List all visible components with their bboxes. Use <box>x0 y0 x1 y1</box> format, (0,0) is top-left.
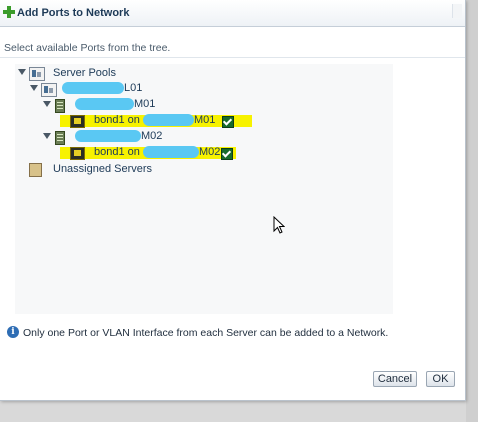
server-label-suffix: M02 <box>141 130 163 142</box>
port-label-suffix: M01 <box>193 114 216 126</box>
port-checkbox[interactable] <box>221 148 233 160</box>
tree-node-server-pool[interactable]: L01 <box>15 82 215 98</box>
mouse-cursor-icon <box>273 216 285 234</box>
port-label: bond1 on M01 <box>94 114 216 127</box>
server-label: M02 <box>75 130 163 143</box>
divider <box>0 57 465 58</box>
close-button[interactable] <box>452 4 462 18</box>
tree-node-server-m02[interactable]: M02 <box>15 130 235 146</box>
info-message: Only one Port or VLAN Interface from eac… <box>23 327 389 339</box>
tree-node-server-pools[interactable]: Server Pools <box>15 66 215 82</box>
redacted-text <box>142 114 194 127</box>
add-plus-icon <box>3 6 15 18</box>
server-label-suffix: M01 <box>134 98 156 110</box>
port-label-prefix: bond1 on <box>94 114 140 126</box>
expand-twisty-icon[interactable] <box>43 133 51 139</box>
expand-twisty-icon[interactable] <box>43 101 51 107</box>
network-port-icon <box>70 115 85 128</box>
redacted-text <box>75 98 134 111</box>
server-icon <box>55 131 65 145</box>
tree-node-unassigned-servers[interactable]: Unassigned Servers <box>15 162 215 178</box>
port-checkbox[interactable] <box>222 116 234 128</box>
port-label-prefix: bond1 on <box>94 146 140 158</box>
redacted-text <box>75 130 141 143</box>
unassigned-servers-folder-icon <box>29 163 42 177</box>
tree-node-label: Unassigned Servers <box>53 163 153 175</box>
cancel-button[interactable]: Cancel <box>373 371 417 387</box>
server-pool-icon <box>41 83 57 97</box>
tree-node-server-m01[interactable]: M01 <box>15 98 235 114</box>
port-label: bond1 on M02 <box>94 146 221 159</box>
tree-node-label: Server Pools <box>53 67 116 79</box>
server-pool-folder-icon <box>29 67 45 81</box>
add-ports-dialog: Add Ports to Network Select available Po… <box>0 0 466 401</box>
dialog-title: Add Ports to Network <box>17 7 130 19</box>
pool-label: L01 <box>62 82 143 95</box>
info-icon: i <box>7 326 19 338</box>
server-icon <box>55 99 65 113</box>
ok-button[interactable]: OK <box>426 371 455 387</box>
network-port-icon <box>70 147 85 160</box>
dialog-titlebar: Add Ports to Network <box>0 0 465 27</box>
expand-twisty-icon[interactable] <box>30 85 38 91</box>
pool-label-suffix: L01 <box>124 82 143 94</box>
expand-twisty-icon[interactable] <box>18 69 26 75</box>
port-tree: Server Pools L01 M01 bond1 on M01 M02 bo… <box>15 64 393 314</box>
tree-node-port-m01[interactable]: bond1 on M01 <box>15 114 255 130</box>
server-label: M01 <box>75 98 156 111</box>
tree-node-port-m02[interactable]: bond1 on M02 <box>15 146 255 162</box>
redacted-text <box>62 82 124 95</box>
redacted-text <box>142 146 199 159</box>
instruction-text: Select available Ports from the tree. <box>4 42 171 54</box>
port-label-suffix: M02 <box>198 146 221 158</box>
background-strip <box>466 0 478 422</box>
